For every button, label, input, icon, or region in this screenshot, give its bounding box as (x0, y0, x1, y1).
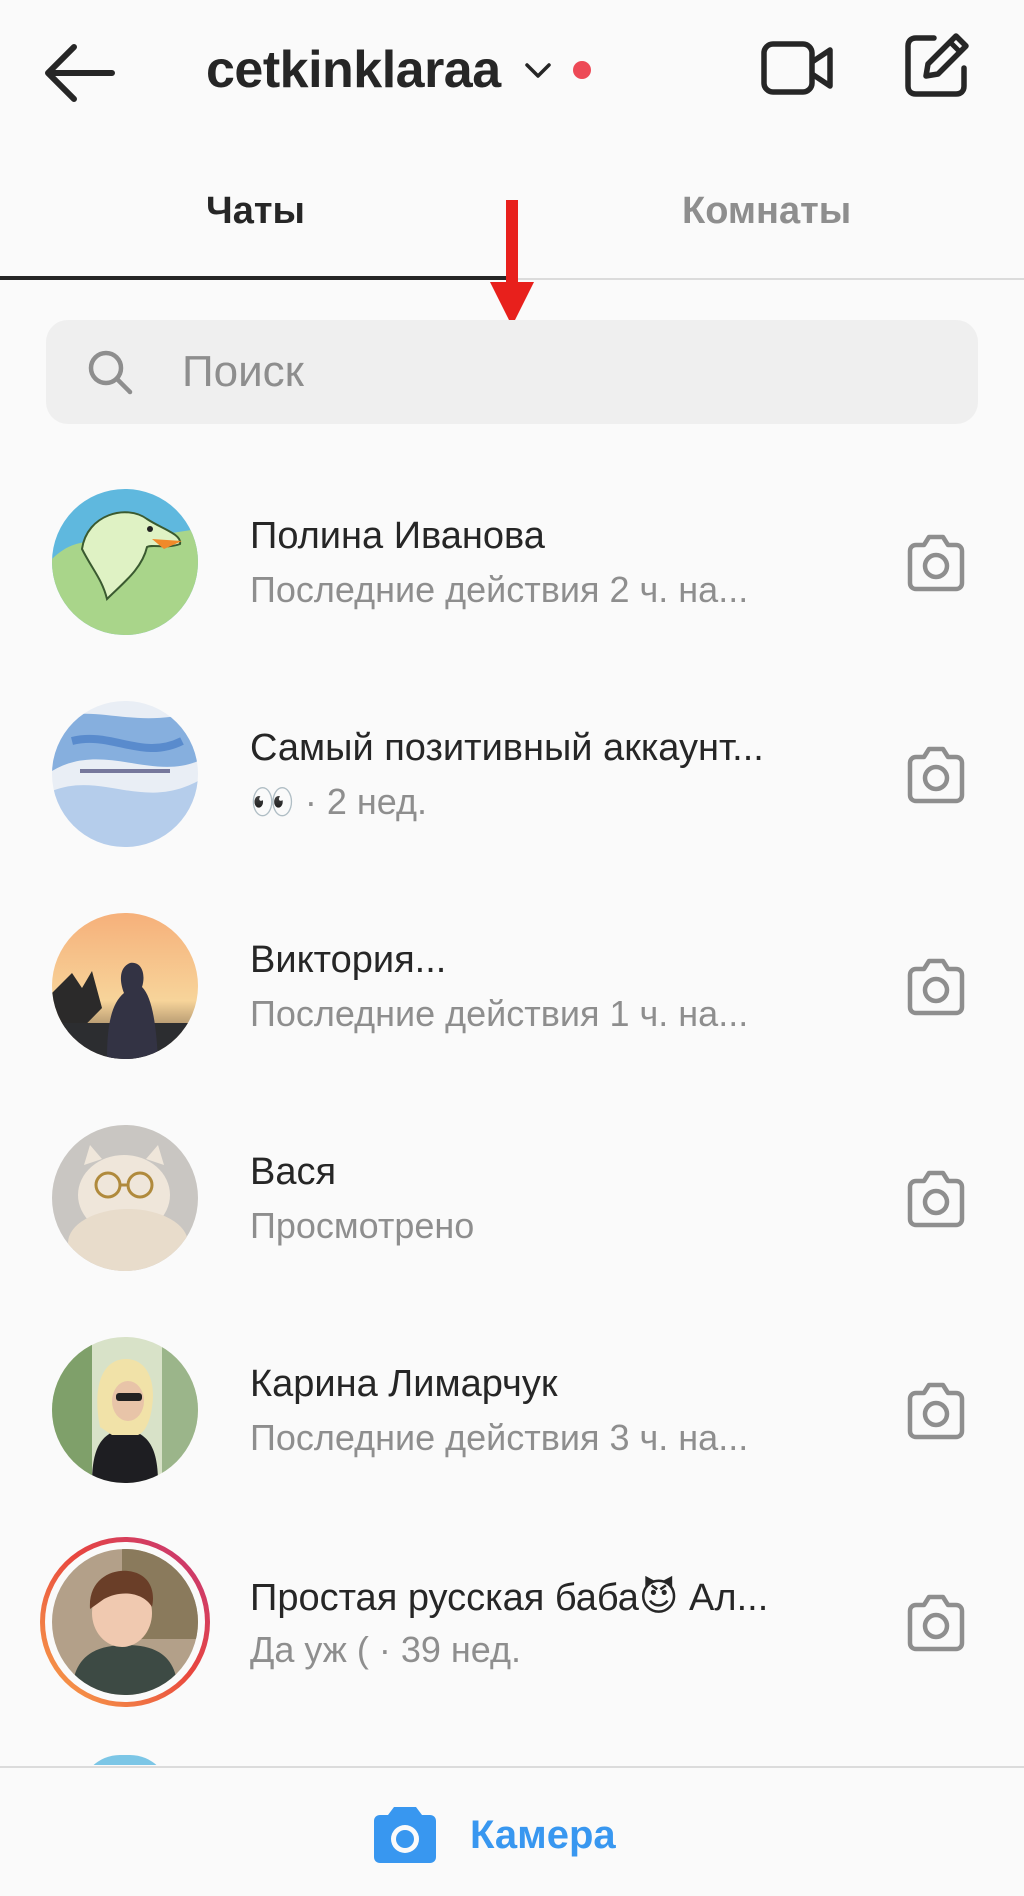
tab-divider (512, 278, 1024, 280)
camera-icon[interactable] (902, 1377, 970, 1445)
video-camera-icon (761, 41, 833, 95)
chat-status: 👀 · 2 нед. (250, 781, 427, 822)
camera-button[interactable]: Камера (370, 1798, 616, 1872)
video-call-button[interactable] (760, 30, 836, 106)
chat-list: Полина Иванова Последние действия 2 ч. н… (0, 465, 1024, 1765)
avatar (52, 1549, 198, 1695)
chevron-down-icon (524, 63, 551, 78)
camera-label: Камера (470, 1812, 616, 1857)
avatar (80, 1755, 170, 1765)
camera-icon[interactable] (902, 741, 970, 809)
back-button[interactable] (40, 38, 120, 108)
chat-status: Последние действия 1 ч. на... (250, 993, 749, 1034)
chat-row[interactable]: Виктория... Последние действия 1 ч. на..… (0, 901, 1024, 1113)
chat-name: Карина Лимарчук (250, 1363, 558, 1405)
camera-icon[interactable] (902, 1165, 970, 1233)
avatar (52, 701, 198, 847)
chat-name: Самый позитивный аккаунт... (250, 727, 764, 769)
arrow-left-icon (45, 44, 115, 102)
chat-status: Да уж ( · 39 нед. (250, 1629, 522, 1670)
active-tab-indicator (0, 276, 512, 280)
new-message-button[interactable] (900, 30, 972, 102)
chat-name: Полина Иванова (250, 515, 545, 557)
search-icon (88, 350, 133, 395)
notification-dot (572, 61, 591, 79)
account-switcher[interactable]: cetkinklaraa (206, 30, 591, 110)
tab-rooms[interactable]: Комнаты (682, 190, 851, 233)
chat-status: Последние действия 3 ч. на... (250, 1417, 749, 1458)
bottom-bar: Камера (0, 1766, 1024, 1896)
avatar (52, 489, 198, 635)
header: cetkinklaraa (0, 0, 1024, 150)
compose-icon (905, 33, 969, 97)
arrow-down-icon (490, 200, 534, 326)
account-name: cetkinklaraa (206, 41, 501, 99)
avatar (52, 913, 198, 1059)
chat-row[interactable]: Полина Иванова Последние действия 2 ч. н… (0, 477, 1024, 689)
search-input[interactable] (182, 320, 942, 424)
chat-row[interactable]: Вася Просмотрено (0, 1113, 1024, 1325)
search-bar[interactable] (46, 320, 978, 424)
chat-status: Просмотрено (250, 1205, 475, 1246)
chat-name: Вася (250, 1151, 337, 1193)
chat-row[interactable]: Простая русская баба😈 Ал... Да уж ( · 39… (0, 1537, 1024, 1749)
camera-icon (374, 1807, 436, 1863)
camera-icon[interactable] (902, 529, 970, 597)
avatar (52, 1125, 198, 1271)
chat-name: Виктория... (250, 939, 447, 981)
chat-row[interactable]: Самый позитивный аккаунт... 👀 · 2 нед. (0, 689, 1024, 901)
chat-status: Последние действия 2 ч. на... (250, 569, 749, 610)
camera-icon[interactable] (902, 1589, 970, 1657)
tab-chats[interactable]: Чаты (206, 190, 305, 233)
chat-name: Простая русская баба😈 Ал... (250, 1577, 769, 1619)
story-ring[interactable] (40, 1537, 210, 1707)
chat-row[interactable]: Карина Лимарчук Последние действия 3 ч. … (0, 1325, 1024, 1537)
avatar (52, 1337, 198, 1483)
camera-icon[interactable] (902, 953, 970, 1021)
